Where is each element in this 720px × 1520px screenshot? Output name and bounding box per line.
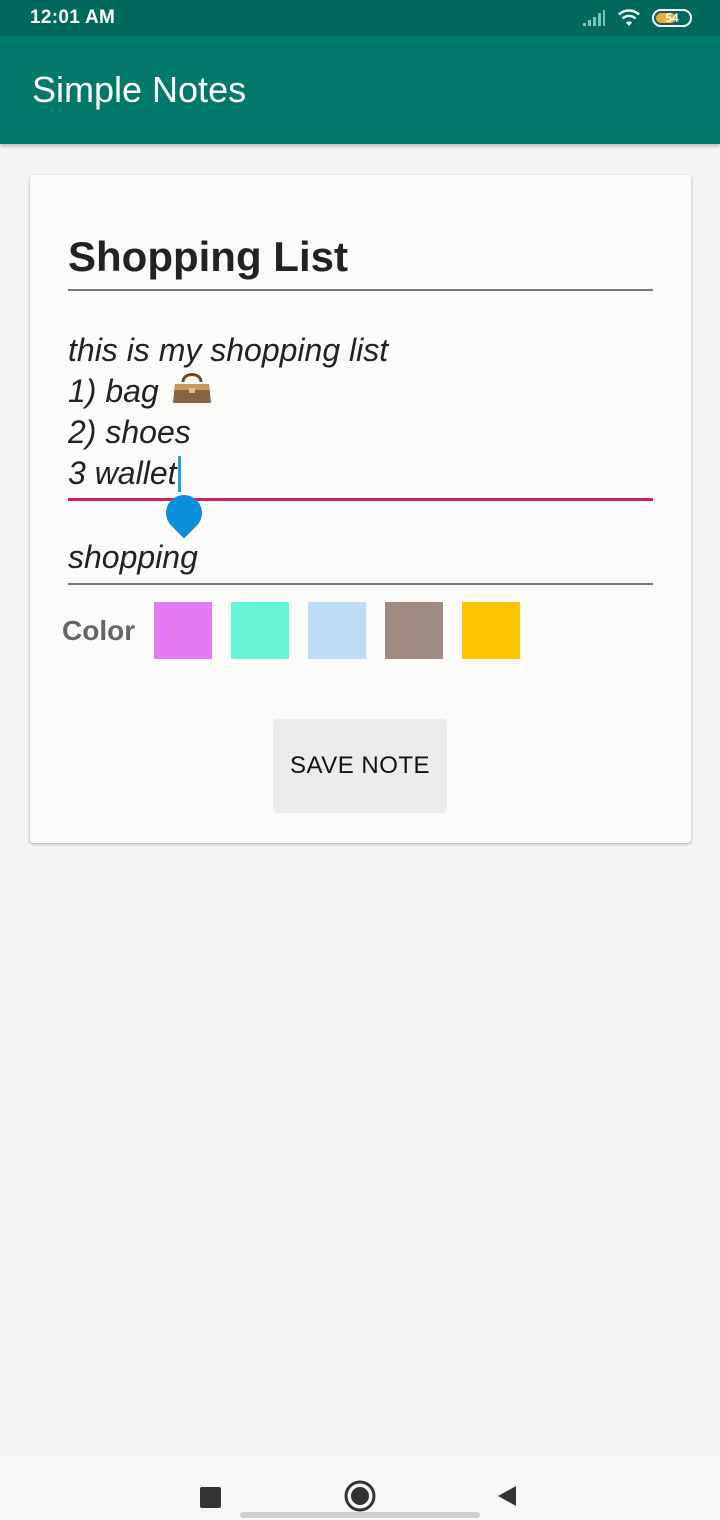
recent-apps-icon[interactable] [200, 1487, 221, 1508]
color-swatch[interactable] [231, 602, 289, 659]
color-picker: Color [62, 602, 539, 659]
note-body-input[interactable]: this is my shopping list 1) bag 2) shoes… [68, 330, 653, 501]
status-icons: 54 [582, 8, 692, 28]
home-indicator[interactable] [240, 1512, 480, 1518]
body-line: 3 wallet [68, 453, 653, 494]
color-swatch[interactable] [308, 602, 366, 659]
color-swatch[interactable] [385, 602, 443, 659]
save-note-button[interactable]: SAVE NOTE [273, 719, 447, 813]
text-cursor [177, 455, 181, 492]
color-swatch[interactable] [154, 602, 212, 659]
note-tag-input[interactable]: shopping [68, 537, 653, 585]
note-title-input[interactable]: Shopping List [68, 233, 653, 291]
back-icon[interactable] [496, 1484, 518, 1513]
status-bar: 12:01 AM 54 [0, 0, 720, 36]
note-card: Shopping List this is my shopping list 1… [30, 175, 691, 843]
navigation-bar [0, 1455, 720, 1520]
app-bar: Simple Notes [0, 36, 720, 144]
battery-level: 54 [665, 11, 679, 25]
body-line: 2) shoes [68, 414, 191, 450]
color-swatch[interactable] [462, 602, 520, 659]
body-line: 1) bag [68, 371, 653, 412]
wifi-icon [616, 8, 642, 28]
color-label: Color [62, 614, 136, 646]
cell-signal-icon [582, 9, 606, 27]
battery-icon: 54 [652, 9, 692, 27]
handbag-icon [171, 368, 213, 416]
app-title: Simple Notes [32, 69, 247, 110]
status-time: 12:01 AM [30, 7, 116, 28]
body-line: this is my shopping list [68, 332, 389, 368]
